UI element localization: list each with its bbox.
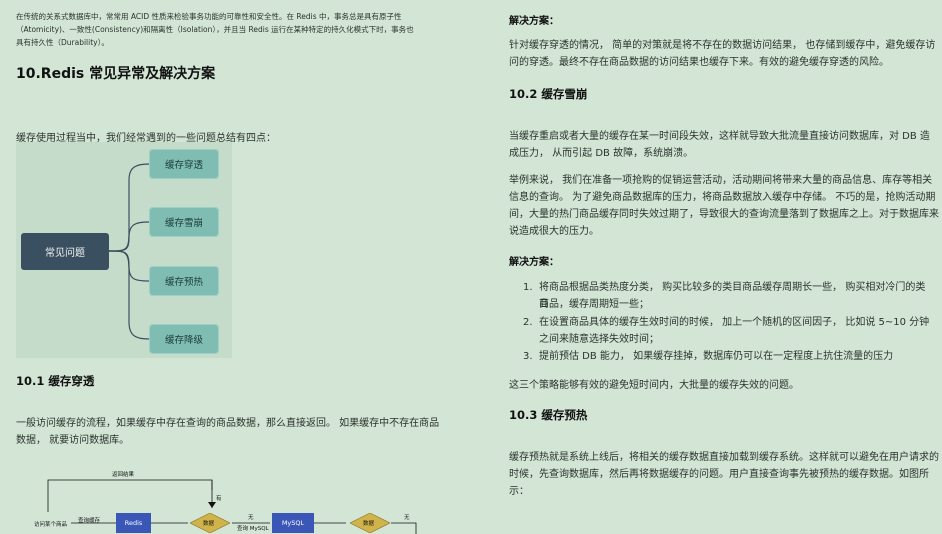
heading-10-1: 10.1 缓存穿透	[16, 374, 95, 388]
cache-flow-diagram: 返回结果 有 访问某个商品 查询缓存 Redis 数据 无 查询 MySQL M…	[16, 462, 456, 534]
mind-node-cache-warmup: 缓存预热	[149, 266, 219, 296]
flow-redis-box: Redis	[116, 513, 151, 533]
p103-line-1: 缓存预热就是系统上线后，将相关的缓存数据直接加载到缓存系统。这样就可以避免在用户…	[509, 452, 939, 463]
list-item-2: 2. 在设置商品具体的缓存生效时间的时候， 加上一个随机的区间因子， 比如说 5…	[523, 314, 933, 348]
flow-none-2: 无	[404, 515, 410, 521]
list-num-1: 1.	[523, 282, 533, 293]
heading-10-2: 10.2 缓存雪崩	[509, 87, 588, 101]
list-item-1: 1. 将商品根据品类热度分类， 购买比较多的类目商品缓存周期长一些， 购买相对冷…	[523, 279, 933, 313]
p101-line-1: 一般访问缓存的流程，如果缓存中存在查询的商品数据，那么直接返回。 如果缓存中不存…	[16, 418, 440, 429]
sol1-line-1: 针对缓存穿透的情况， 简单的对策就是将不存在的数据访问结果， 也存储到缓存中，避…	[509, 40, 936, 51]
flow-query-mysql: 查询 MySQL	[237, 526, 269, 532]
list-text-2a: 在设置商品具体的缓存生效时间的时候， 加上一个随机的区间因子， 比如说 5~10…	[539, 317, 930, 328]
flow-data-2: 数据	[363, 521, 375, 527]
intro-line-2: （Atomicity)、一致性(Consistency)和隔离性（Isolati…	[16, 25, 414, 34]
list-text-2b: 之间来随意选择失效时间；	[539, 334, 659, 345]
flow-data-1: 数据	[203, 521, 215, 527]
example-line-2: 信息的查询。 为了避免商品数据库的压力，将商品数据放入缓存中存储。 不巧的是，抢…	[509, 192, 936, 203]
p102-line-2: 成压力， 从而引起 DB 故障，系统崩溃。	[509, 148, 694, 159]
sol1-line-2: 问的穿透。最终不存在商品数据的访问结果也缓存下来。有效的避免缓存穿透的风险。	[509, 57, 889, 68]
mind-map: 常见问题 缓存穿透 缓存雪崩 缓存预热 缓存降级	[16, 142, 232, 358]
mind-node-cache-degrade: 缓存降级	[149, 324, 219, 354]
heading-10-3: 10.3 缓存预热	[509, 408, 588, 422]
p102-line-1: 当缓存重启或者大量的缓存在某一时间段失效，这样就导致大批流量直接访问数据库，对 …	[509, 131, 930, 142]
mind-node-cache-avalanche: 缓存雪崩	[149, 207, 219, 237]
list-num-3: 3.	[523, 351, 533, 362]
flow-mysql-box: MySQL	[272, 513, 314, 533]
conclusion-text: 这三个策略能够有效的避免短时间内，大批量的缓存失效的问题。	[509, 380, 799, 391]
intro-line-1: 在传统的关系式数据库中，常常用 ACID 性质来检验事务功能的可靠性和安全性。在…	[16, 12, 402, 21]
list-item-3: 3. 提前预估 DB 能力， 如果缓存挂掉，数据库仍可以在一定程度上抗住流量的压…	[523, 348, 933, 365]
solution-label-1: 解决方案：	[509, 16, 559, 27]
mind-node-cache-penetration: 缓存穿透	[149, 149, 219, 179]
list-text-1b: 商品，缓存周期短一些；	[539, 299, 649, 310]
flow-query-cache: 查询缓存	[78, 518, 101, 524]
flow-access-goods: 访问某个商品	[34, 522, 68, 528]
list-num-2: 2.	[523, 317, 533, 328]
example-line-4: 说造成很大的压力。	[509, 226, 599, 237]
list-text-3a: 提前预估 DB 能力， 如果缓存挂掉，数据库仍可以在一定程度上抗住流量的压力	[539, 351, 894, 362]
solution-label-2: 解决方案：	[509, 257, 559, 268]
example-line-3: 间，大量的热门商品缓存同时失效过期了，导致很大的查询流量落到了数据库之上。对于数…	[509, 209, 939, 220]
flow-return-result: 返回结果	[112, 472, 135, 478]
section-heading-10: 10.Redis 常见异常及解决方案	[16, 66, 216, 82]
p103-line-2: 时候，先查询数据库，然后再将数据缓存的问题。用户直接查询事先被预热的缓存数据。如…	[509, 469, 929, 497]
intro-line-3: 具有持久性（Durability）。	[16, 38, 109, 47]
example-line-1: 举例来说， 我们在准备一项抢购的促销运营活动，活动期间将带来大量的商品信息、库存…	[509, 175, 933, 186]
p101-line-2: 数据， 就要访问数据库。	[16, 435, 130, 446]
flow-yes-label: 有	[216, 496, 222, 502]
mind-root-node: 常见问题	[21, 233, 109, 270]
flow-none-1: 无	[248, 515, 254, 521]
